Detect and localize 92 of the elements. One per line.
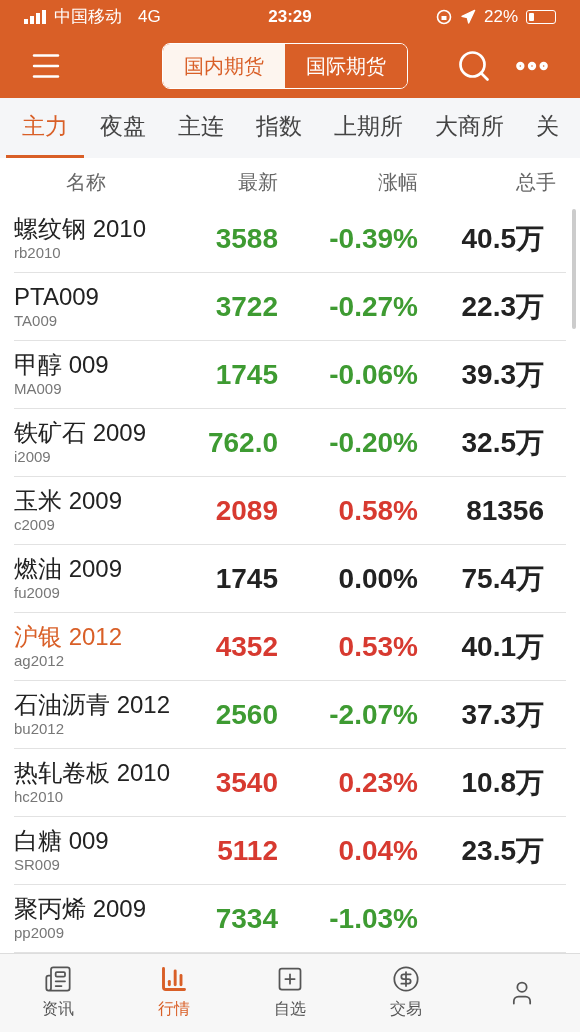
contract-code: hc2010 [14,788,65,807]
price-value: 3588 [214,221,278,256]
column-header: 名称 [66,169,107,195]
battery-icon [526,10,556,24]
category-tab[interactable]: 主连 [162,98,240,158]
nav-tab[interactable]: 资讯 [0,954,116,1032]
rotation-lock-icon [435,9,452,25]
change-value: -0.06% [328,357,418,392]
contract-code: pp2009 [14,924,66,943]
change-value: -0.27% [328,289,418,324]
contract-code: ag2012 [14,652,66,671]
search-icon[interactable] [456,48,492,84]
price-value: 3722 [214,289,278,324]
contract-code: SR009 [14,856,61,875]
nav-tab[interactable]: 自选 [232,954,348,1032]
column-header: 总手 [515,169,556,195]
contract-name: 甲醇 009 [14,350,110,381]
column-header: 涨幅 [377,169,418,195]
plus-icon [276,965,304,993]
change-value: 0.53% [337,629,418,664]
contract-code: i2009 [14,448,52,467]
quote-row[interactable]: 燃油 2009 fu2009 1745 0.00% 75.4万 [14,545,566,613]
volume-value: 22.3万 [460,289,545,324]
volume-value: 10.8万 [460,765,545,800]
price-value: 7334 [214,901,278,936]
quote-row[interactable]: 铁矿石 2009 i2009 762.0 -0.20% 32.5万 [14,409,566,477]
category-tab[interactable]: 大商所 [419,98,520,158]
category-tab[interactable]: 上期所 [318,98,419,158]
contract-code: bu2012 [14,720,66,739]
price-value: 762.0 [206,425,278,460]
contract-name: 石油沥青 2012 [14,690,172,721]
clock-text: 23:29 [268,6,312,29]
contract-name: 白糖 009 [14,826,110,857]
category-tab[interactable]: 夜盘 [84,98,162,158]
volume-value: 32.5万 [460,425,545,460]
network-text: 4G [138,6,161,29]
change-value: 0.04% [337,833,418,868]
contract-name: 聚丙烯 2009 [14,894,148,925]
price-value: 1745 [214,561,278,596]
volume-value: 23.5万 [460,833,545,868]
contract-name: PTA009 [14,282,100,313]
category-tab[interactable]: 指数 [240,98,318,158]
carrier-text: 中国移动 [54,6,122,29]
price-value: 5112 [216,833,278,868]
category-tab[interactable]: 关 [520,98,575,158]
signal-icon [24,10,46,24]
battery-text: 22% [483,6,518,29]
contract-code: TA009 [14,312,59,331]
quote-row[interactable]: 玉米 2009 c2009 2089 0.58% 81356 [14,477,566,545]
contract-name: 螺纹钢 2010 [14,214,148,245]
volume-value: 40.1万 [460,629,545,664]
contract-name: 燃油 2009 [14,554,124,585]
volume-value: 39.3万 [460,357,545,392]
price-value: 2089 [214,493,278,528]
nav-tab[interactable]: 行情 [116,954,232,1032]
change-value: -1.03% [328,901,418,936]
quote-row[interactable]: 白糖 009 SR009 5112 0.04% 23.5万 [14,817,566,885]
volume-value: 40.5万 [460,221,545,256]
change-value: -0.20% [328,425,418,460]
quote-row[interactable]: 螺纹钢 2010 rb2010 3588 -0.39% 40.5万 [14,205,566,273]
price-value: 1745 [214,357,278,392]
contract-code: fu2009 [14,584,61,603]
bar-chart-icon [160,965,188,993]
newspaper-icon [44,965,72,993]
quote-row[interactable]: 甲醇 009 MA009 1745 -0.06% 39.3万 [14,341,566,409]
price-value: 3540 [214,765,278,800]
volume-value: 81356 [465,493,545,528]
quote-row[interactable]: 沪银 2012 ag2012 4352 0.53% 40.1万 [14,613,566,681]
change-value: 0.00% [337,561,418,596]
change-value: 0.58% [337,493,418,528]
price-value: 2560 [214,697,278,732]
quote-row[interactable]: 石油沥青 2012 bu2012 2560 -2.07% 37.3万 [14,681,566,749]
change-value: -0.39% [328,221,418,256]
contract-name: 沪银 2012 [14,622,124,653]
volume-value: 37.3万 [460,697,545,732]
contract-code: MA009 [14,380,63,399]
location-icon [459,9,476,25]
volume-value: 75.4万 [460,561,545,596]
contract-code: rb2010 [14,244,62,263]
contract-name: 玉米 2009 [14,486,124,517]
quote-row[interactable]: 热轧卷板 2010 hc2010 3540 0.23% 10.8万 [14,749,566,817]
contract-name: 铁矿石 2009 [14,418,148,449]
change-value: -2.07% [328,697,418,732]
change-value: 0.23% [337,765,418,800]
nav-tab[interactable]: 交易 [348,954,464,1032]
contract-code: c2009 [14,516,56,535]
quote-row[interactable]: PTA009 TA009 3722 -0.27% 22.3万 [14,273,566,341]
price-value: 4352 [214,629,278,664]
currency-icon [392,965,420,993]
column-header: 最新 [237,169,278,195]
contract-name: 热轧卷板 2010 [14,758,172,789]
segment-tab[interactable]: 国内期货 [163,44,285,88]
